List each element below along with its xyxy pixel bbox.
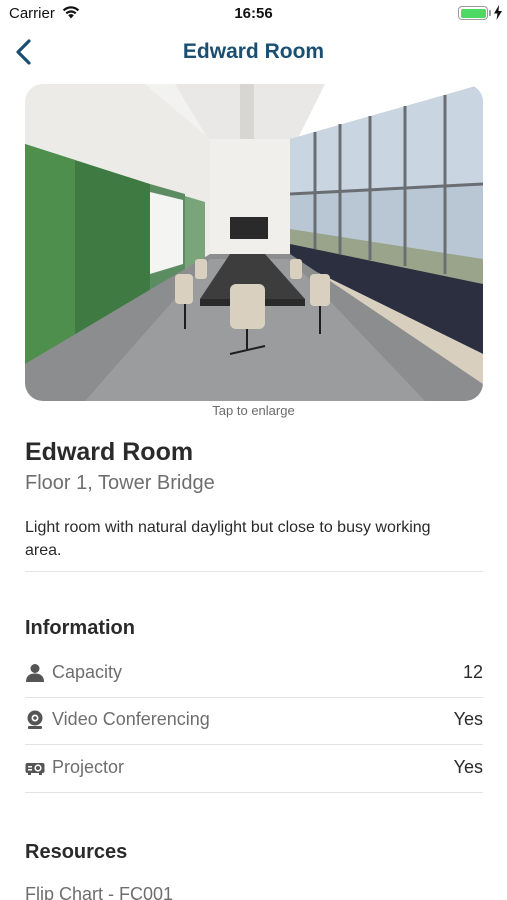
info-value: Yes	[453, 757, 483, 777]
room-location: Floor 1, Tower Bridge	[25, 472, 215, 494]
status-bar: Carrier 16:56	[0, 0, 507, 28]
divider	[25, 571, 483, 572]
photo-caption: Tap to enlarge	[212, 403, 295, 418]
charging-bolt-icon	[494, 5, 502, 20]
info-label: Video Conferencing	[52, 709, 210, 729]
room-photo-illustration	[25, 84, 483, 401]
information-heading: Information	[25, 617, 135, 639]
status-time: 16:56	[234, 5, 273, 22]
resource-item[interactable]: Flip Chart - FC001	[25, 884, 173, 900]
person-icon	[26, 664, 44, 682]
divider	[25, 792, 483, 793]
projector-icon	[25, 763, 45, 775]
page-title: Edward Room	[182, 40, 325, 63]
info-label: Capacity	[52, 662, 123, 682]
room-description: Light room with natural daylight but clo…	[25, 519, 431, 559]
room-name: Edward Room	[25, 438, 194, 466]
info-value: Yes	[453, 709, 483, 729]
webcam-icon	[27, 710, 43, 729]
info-label: Projector	[52, 757, 125, 777]
navigation-bar: Edward Room	[0, 28, 507, 76]
resources-heading: Resources	[25, 841, 128, 863]
battery-icon	[458, 6, 488, 20]
battery-cap	[489, 10, 491, 16]
room-photo[interactable]	[25, 84, 483, 401]
info-row-video-conferencing: Video Conferencing Yes	[25, 697, 483, 745]
info-row-projector: Projector Yes	[25, 745, 483, 793]
info-value: 12	[462, 662, 483, 682]
info-row-capacity: Capacity 12	[25, 650, 483, 698]
